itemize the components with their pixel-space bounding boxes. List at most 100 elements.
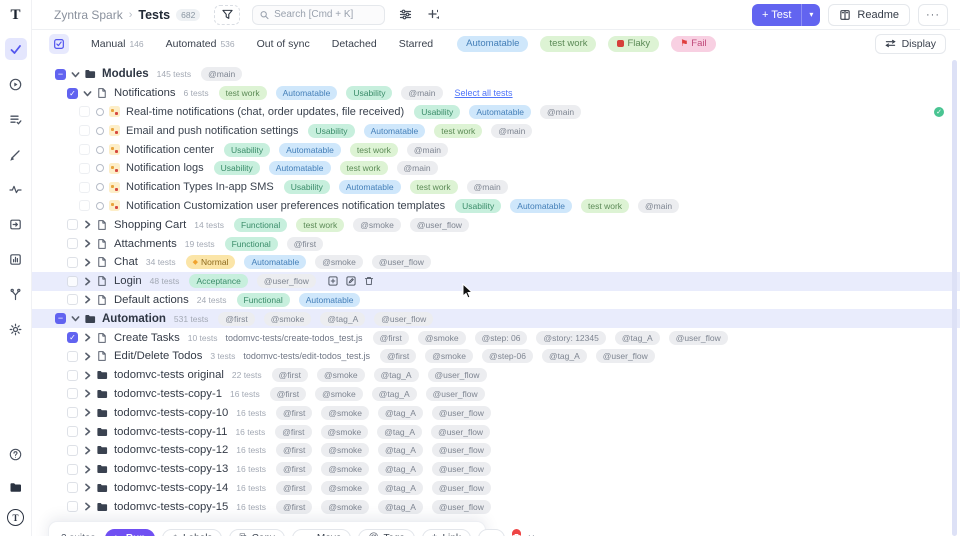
label-badge[interactable]: test work [340, 161, 388, 175]
label-badge[interactable]: @first [275, 425, 311, 439]
label-badge[interactable]: Usability [308, 124, 354, 138]
label-badge[interactable]: @first [276, 481, 312, 495]
breadcrumb-section[interactable]: Tests [138, 8, 170, 22]
label-badge[interactable]: @smoke [321, 500, 369, 514]
label-badge[interactable]: @tag_A [378, 481, 423, 495]
tree-row[interactable]: todomvc-tests-copy-1 16 tests @first@smo… [32, 385, 960, 404]
label-badge[interactable]: ◆Normal [186, 255, 236, 269]
label-badge[interactable]: @first [287, 237, 323, 251]
row-checkbox[interactable] [55, 313, 66, 324]
copy-button[interactable]: ⧉Copy [229, 529, 285, 536]
row-checkbox[interactable] [67, 332, 78, 343]
more-actions-button[interactable]: ··· [478, 529, 505, 536]
sidebar-item-import[interactable] [5, 213, 27, 235]
row-checkbox[interactable] [55, 69, 66, 80]
row-checkbox[interactable] [67, 501, 78, 512]
chevron-icon[interactable] [83, 89, 92, 98]
selection-count-link[interactable]: 2 suites [61, 533, 95, 536]
label-badge[interactable]: Functional [225, 237, 278, 251]
label-badge[interactable]: test work [581, 199, 629, 213]
label-badge[interactable]: @smoke [315, 255, 363, 269]
display-button[interactable]: Display [875, 34, 946, 54]
label-badge[interactable]: Automatable [299, 293, 361, 307]
tags-button[interactable]: @Tags [358, 529, 414, 536]
label-badge[interactable]: Usability [224, 143, 270, 157]
labels-button[interactable]: ⌖Labels [162, 529, 222, 536]
projects-folder-icon[interactable] [5, 476, 27, 498]
label-badge[interactable]: @user_flow [426, 387, 485, 401]
label-badge[interactable]: Usability [414, 105, 460, 119]
tree-row[interactable]: todomvc-tests-copy-10 16 tests @first@sm… [32, 403, 960, 422]
label-badge[interactable]: @user_flow [432, 462, 491, 476]
bulk-select-icon[interactable] [49, 34, 69, 54]
chevron-icon[interactable] [83, 502, 92, 511]
label-badge[interactable]: @tag_A [378, 443, 423, 457]
label-badge[interactable]: Automatable [339, 180, 401, 194]
label-badge[interactable]: Usability [214, 161, 260, 175]
settings-sliders-icon[interactable] [397, 7, 413, 23]
chevron-icon[interactable] [83, 258, 92, 267]
label-badge[interactable]: Acceptance [189, 274, 247, 288]
filter-item[interactable]: Starred [399, 38, 433, 50]
sidebar-item-branches[interactable] [5, 283, 27, 305]
label-badge[interactable]: Usability [455, 199, 501, 213]
sidebar-item-editor[interactable] [5, 143, 27, 165]
new-test-button-label[interactable]: + Test [752, 4, 801, 26]
tree-row[interactable]: todomvc-tests-copy-13 16 tests @first@sm… [32, 460, 960, 479]
row-checkbox[interactable] [67, 294, 78, 305]
label-badge[interactable]: @main [540, 105, 581, 119]
sidebar-item-reports[interactable] [5, 248, 27, 270]
search-input[interactable] [274, 9, 377, 20]
sidebar-item-plans[interactable] [5, 108, 27, 130]
chevron-icon[interactable] [83, 352, 92, 361]
label-badge[interactable]: @user_flow [431, 425, 490, 439]
add-to-run-icon[interactable] [328, 276, 338, 286]
tree-row[interactable]: Edit/Delete Todos 3 tests todomvc-tests/… [32, 347, 960, 366]
chevron-icon[interactable] [83, 483, 92, 492]
row-trash-icon[interactable] [364, 276, 374, 286]
tree-row[interactable]: todomvc-tests original 22 tests @first@s… [32, 366, 960, 385]
label-badge[interactable]: @tag_A [378, 462, 423, 476]
edit-icon[interactable] [346, 276, 356, 286]
label-badge[interactable]: @main [201, 67, 242, 81]
label-badge[interactable]: Usability [284, 180, 330, 194]
tree-row[interactable]: Notification Customization user preferen… [32, 197, 960, 216]
label-badge[interactable]: @step: 06 [475, 331, 528, 345]
label-badge[interactable]: Automatable [510, 199, 572, 213]
label-badge[interactable]: @first [380, 349, 416, 363]
chevron-icon[interactable] [83, 371, 92, 380]
label-badge[interactable]: Automatable [279, 143, 341, 157]
tree-row[interactable]: todomvc-tests-copy-15 16 tests @first@sm… [32, 497, 960, 516]
chevron-icon[interactable] [83, 295, 92, 304]
quick-add-icon[interactable] [425, 7, 441, 23]
sidebar-item-runs[interactable] [5, 73, 27, 95]
label-badge[interactable]: @user_flow [432, 500, 491, 514]
label-badge[interactable]: @smoke [315, 387, 363, 401]
label-badge[interactable]: @smoke [425, 349, 473, 363]
sidebar-item-pulse[interactable] [5, 178, 27, 200]
run-button[interactable]: ▶Run [105, 529, 155, 536]
row-checkbox[interactable] [67, 351, 78, 362]
link-button[interactable]: +Link [422, 529, 471, 536]
tree-row[interactable]: Notification logs UsabilityAutomatablete… [32, 159, 960, 178]
chevron-icon[interactable] [83, 220, 92, 229]
label-badge[interactable]: @user_flow [374, 312, 433, 326]
tree-row[interactable]: Automation 531 tests @first@smoke@tag_A@… [32, 309, 960, 328]
label-badge[interactable]: @smoke [321, 481, 369, 495]
chevron-icon[interactable] [83, 239, 92, 248]
label-badge[interactable]: Automatable [469, 105, 531, 119]
label-badge[interactable]: Functional [234, 218, 287, 232]
label-badge[interactable]: @first [272, 368, 308, 382]
move-button[interactable]: →Move [292, 529, 351, 536]
label-badge[interactable]: @user_flow [410, 218, 469, 232]
tree-row[interactable]: todomvc-tests-copy-12 16 tests @first@sm… [32, 441, 960, 460]
tree-row[interactable]: todomvc-tests-copy-14 16 tests @first@sm… [32, 479, 960, 498]
row-checkbox[interactable] [79, 106, 90, 117]
row-checkbox[interactable] [67, 238, 78, 249]
row-checkbox[interactable] [79, 200, 90, 211]
filter-item[interactable]: Out of sync [257, 38, 310, 50]
label-badge[interactable]: @smoke [317, 368, 365, 382]
label-badge[interactable]: @main [407, 143, 448, 157]
label-badge[interactable]: @tag_A [378, 500, 423, 514]
label-badge[interactable]: @first [276, 500, 312, 514]
